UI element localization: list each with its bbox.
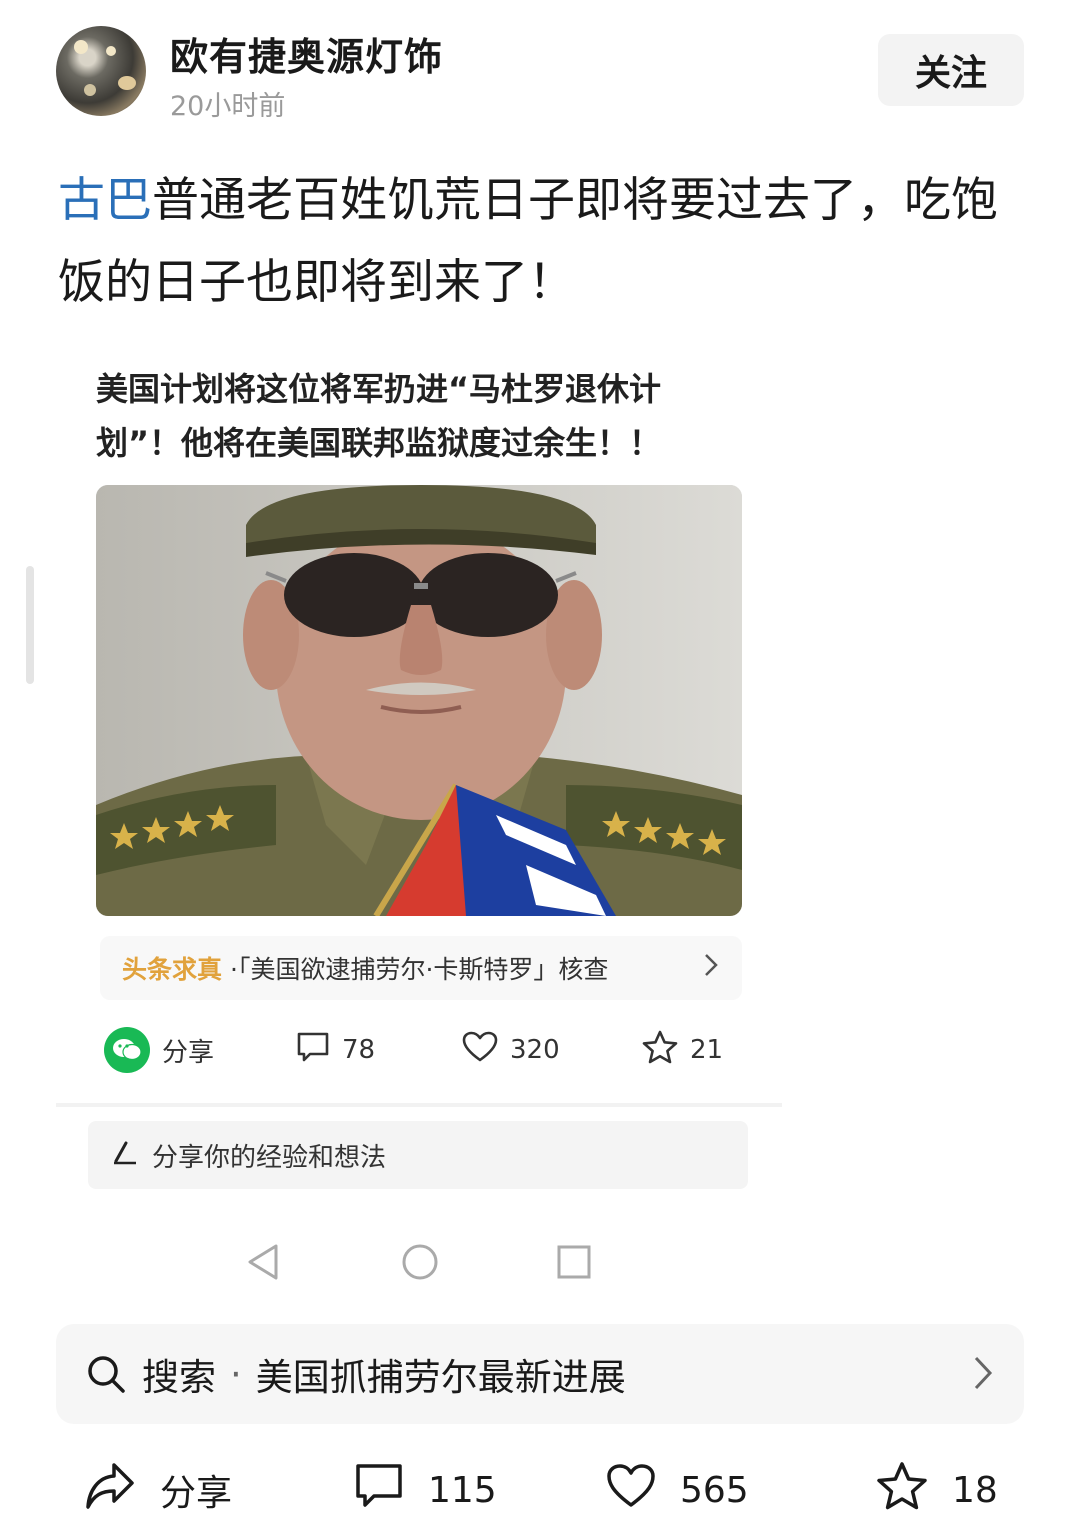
wechat-icon bbox=[104, 1027, 150, 1073]
favorite-button[interactable]: 18 bbox=[876, 1458, 998, 1522]
comment-count: 115 bbox=[428, 1469, 497, 1511]
share-label: 分享 bbox=[160, 1473, 233, 1514]
star-icon bbox=[876, 1461, 928, 1520]
embedded-action-bar: 分享 78 320 21 bbox=[104, 1024, 744, 1076]
factcheck-link[interactable]: 头条求真 ·「美国欲逮捕劳尔·卡斯特罗」核查 bbox=[100, 936, 742, 1000]
embedded-like-button[interactable]: 320 bbox=[462, 1024, 560, 1076]
factcheck-tag: 头条求真 bbox=[122, 955, 223, 984]
comment-bubble-icon bbox=[354, 1462, 404, 1519]
system-nav-bar bbox=[56, 1238, 782, 1288]
embedded-comment-count: 78 bbox=[342, 1035, 376, 1065]
favorite-count: 18 bbox=[952, 1469, 998, 1511]
back-triangle-icon[interactable] bbox=[246, 1242, 280, 1286]
post-body: 普通老百姓饥荒日子即将要过去了，吃饱饭的日子也即将到来了！ bbox=[58, 173, 998, 310]
share-arrow-icon bbox=[84, 1461, 136, 1520]
follow-button[interactable]: 关注 bbox=[878, 34, 1024, 106]
embedded-comment-button[interactable]: 78 bbox=[296, 1024, 375, 1076]
search-separator: · bbox=[230, 1352, 242, 1396]
recents-square-icon[interactable] bbox=[556, 1242, 592, 1286]
factcheck-text: ·「美国欲逮捕劳尔·卡斯特罗」核查 bbox=[230, 955, 609, 984]
embedded-favorite-button[interactable]: 21 bbox=[642, 1024, 723, 1076]
comment-button[interactable]: 115 bbox=[354, 1458, 497, 1522]
home-circle-icon[interactable] bbox=[401, 1242, 439, 1286]
post-text: 古巴普通老百姓饥荒日子即将要过去了，吃饱饭的日子也即将到来了！ bbox=[58, 160, 1028, 324]
chevron-right-icon bbox=[972, 1354, 994, 1401]
heart-icon bbox=[462, 1031, 498, 1070]
comment-bubble-icon bbox=[296, 1031, 330, 1070]
chevron-right-icon bbox=[702, 952, 720, 985]
search-query: 美国抓捕劳尔最新进展 bbox=[255, 1356, 626, 1399]
comment-input[interactable]: 分享你的经验和想法 bbox=[88, 1121, 748, 1189]
share-button[interactable]: 分享 bbox=[84, 1458, 232, 1522]
embedded-share-button[interactable]: 分享 bbox=[104, 1024, 214, 1076]
embedded-screenshot[interactable]: 美国计划将这位将军扔进“马杜罗退休计划”！他将在美国联邦监狱度过余生！！ 头条求… bbox=[56, 338, 782, 1300]
topic-link[interactable]: 古巴 bbox=[58, 173, 152, 228]
star-icon bbox=[642, 1030, 678, 1071]
scroll-indicator bbox=[26, 566, 34, 684]
heart-icon bbox=[606, 1463, 656, 1518]
embedded-share-label: 分享 bbox=[162, 1037, 215, 1068]
general-portrait-illustration bbox=[96, 485, 742, 916]
like-button[interactable]: 565 bbox=[606, 1458, 749, 1522]
embedded-favorite-count: 21 bbox=[690, 1035, 724, 1065]
related-search-bar[interactable]: 搜索 · 美国抓捕劳尔最新进展 bbox=[56, 1324, 1024, 1424]
search-prefix: 搜索 bbox=[142, 1356, 216, 1399]
divider bbox=[56, 1103, 782, 1107]
author-name[interactable]: 欧有捷奥源灯饰 bbox=[170, 26, 443, 81]
embedded-article-title: 美国计划将这位将军扔进“马杜罗退休计划”！他将在美国联邦监狱度过余生！！ bbox=[96, 370, 662, 462]
author-avatar[interactable] bbox=[56, 26, 146, 116]
like-count: 565 bbox=[680, 1469, 749, 1511]
article-photo bbox=[96, 485, 742, 916]
post-time: 20小时前 bbox=[170, 91, 286, 122]
pencil-icon bbox=[112, 1139, 138, 1172]
comment-placeholder: 分享你的经验和想法 bbox=[152, 1142, 387, 1173]
search-icon bbox=[86, 1354, 126, 1394]
bottom-action-bar: 分享 115 565 18 bbox=[0, 1450, 1080, 1530]
embedded-like-count: 320 bbox=[510, 1035, 560, 1065]
